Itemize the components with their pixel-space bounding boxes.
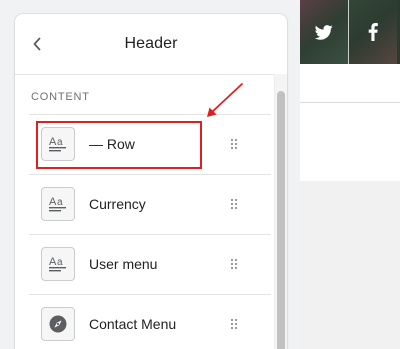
preview-social-bar (300, 0, 400, 64)
list-item-label: Currency (89, 196, 146, 212)
sidebar-panel: Header CONTENT A a — Row A a Currency A … (15, 14, 287, 349)
panel-title: Header (124, 35, 178, 52)
theme-editor: Header CONTENT A a — Row A a Currency A … (0, 0, 400, 349)
text-block-icon: A a (41, 247, 75, 281)
list-item-user-menu[interactable]: A a User menu (29, 235, 271, 295)
section-label-content: CONTENT (31, 91, 90, 103)
list-item-currency[interactable]: A a Currency (29, 175, 271, 235)
facebook-icon (368, 23, 378, 41)
preview-nav-area (300, 103, 400, 181)
svg-text:a: a (57, 257, 63, 268)
drag-handle-icon[interactable] (230, 258, 238, 270)
list-item-row[interactable]: A a — Row (29, 115, 271, 175)
preview-header-area (300, 64, 400, 102)
preview-body-area (300, 181, 400, 349)
svg-text:A: A (49, 196, 57, 208)
svg-text:A: A (49, 256, 57, 268)
panel-header: Header (15, 14, 287, 75)
panel-scrollbar[interactable] (274, 74, 287, 349)
twitter-icon (315, 24, 333, 40)
content-block-list: A a — Row A a Currency A a User menu Con… (29, 114, 271, 349)
svg-text:a: a (57, 197, 63, 208)
list-item-contact-menu[interactable]: Contact Menu (29, 295, 271, 349)
text-block-icon: A a (41, 187, 75, 221)
drag-handle-icon[interactable] (230, 198, 238, 210)
text-block-icon: A a (41, 127, 75, 161)
drag-handle-icon[interactable] (230, 138, 238, 150)
store-preview[interactable] (300, 0, 400, 349)
svg-text:a: a (57, 137, 63, 148)
list-item-label: User menu (89, 256, 158, 272)
scrollbar-thumb[interactable] (277, 91, 285, 349)
list-item-label: — Row (89, 136, 135, 152)
facebook-link[interactable] (349, 0, 397, 64)
drag-handle-icon[interactable] (230, 318, 238, 330)
twitter-link[interactable] (300, 0, 348, 64)
svg-text:A: A (49, 136, 57, 148)
compass-icon (41, 307, 75, 341)
list-item-label: Contact Menu (89, 316, 177, 332)
